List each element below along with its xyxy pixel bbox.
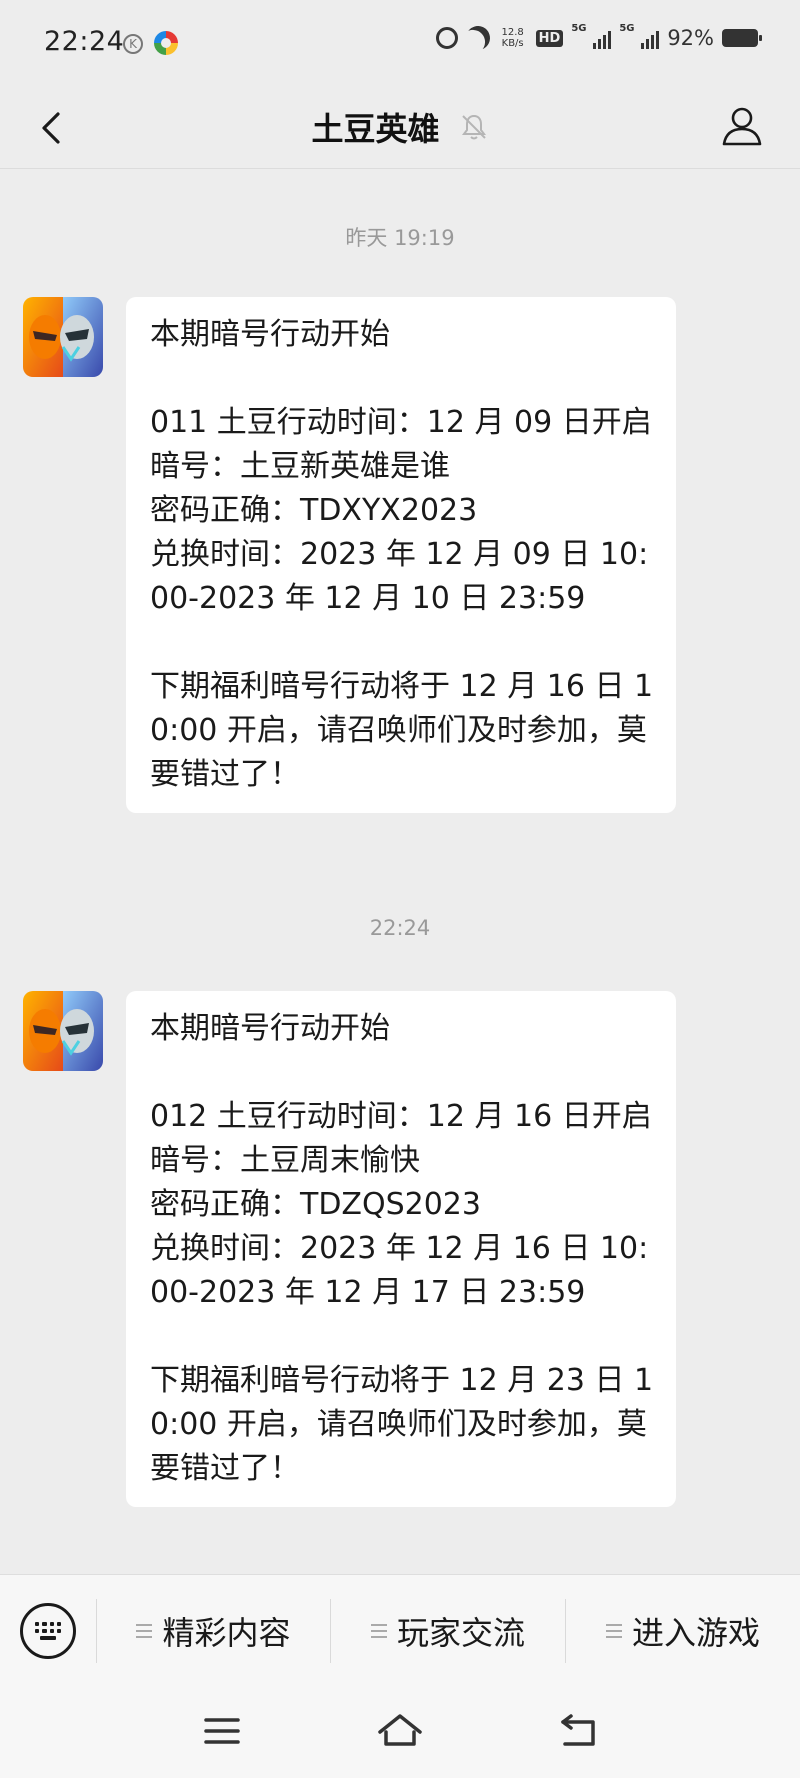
message-line: 密码正确：TDZQS2023 <box>150 1187 481 1222</box>
hd-voice-icon: HD <box>535 29 564 47</box>
network-speed-unit: KB/s <box>501 38 524 49</box>
menu-lines-icon <box>605 1624 622 1638</box>
status-bar: 22:24 K 12.8 KB/s HD 5G 5G 92% <box>0 0 800 88</box>
battery-icon <box>722 29 762 47</box>
bottom-menu: 精彩内容 玩家交流 进入游戏 <box>0 1574 800 1687</box>
menu-icon[interactable] <box>198 1708 248 1754</box>
title-divider <box>0 168 800 169</box>
menu-item-label: 精彩内容 <box>162 1614 291 1652</box>
app-notification-icon <box>154 31 178 55</box>
message-line: 本期暗号行动开始 <box>150 1011 390 1046</box>
message-line: 密码正确：TDXYX2023 <box>150 493 478 528</box>
battery-percent: 92% <box>667 26 714 50</box>
menu-item-enter-game[interactable]: 进入游戏 <box>566 1575 800 1687</box>
game-avatar-icon <box>23 297 103 377</box>
message-bubble[interactable]: 本期暗号行动开始 011 土豆行动时间：12 月 09 日开启 暗号：土豆新英雄… <box>126 297 676 813</box>
message-line: 兑换时间：2023 年 12 月 09 日 10:00-2023 年 12 月 … <box>150 537 649 616</box>
menu-item-label: 进入游戏 <box>631 1614 760 1652</box>
signal-2-icon: 5G <box>619 23 660 49</box>
message-bubble[interactable]: 本期暗号行动开始 012 土豆行动时间：12 月 16 日开启 暗号：土豆周末愉… <box>126 991 676 1507</box>
back-icon[interactable] <box>553 1708 603 1754</box>
message-line: 下期福利暗号行动将于 12 月 16 日 10:00 开启，请召唤师们及时参加，… <box>150 669 654 792</box>
status-indicators: 12.8 KB/s HD 5G 5G 92% <box>435 23 762 50</box>
network-speed-value: 12.8 <box>501 27 524 38</box>
avatar[interactable] <box>23 991 103 1071</box>
k-badge-icon: K <box>123 34 143 54</box>
title-wrap: 土豆英雄 <box>0 104 800 150</box>
message-line: 兑换时间：2023 年 12 月 16 日 10:00-2023 年 12 月 … <box>150 1231 649 1310</box>
menu-lines-icon <box>370 1624 387 1638</box>
message-line: 011 土豆行动时间：12 月 09 日开启 <box>150 405 652 440</box>
menu-lines-icon <box>136 1624 153 1638</box>
alarm-icon <box>435 27 458 49</box>
do-not-disturb-icon <box>462 23 493 54</box>
system-nav-bar <box>0 1686 800 1778</box>
message-line: 暗号：土豆周末愉快 <box>150 1143 420 1178</box>
mute-bell-icon <box>461 114 486 140</box>
menu-item-label: 玩家交流 <box>396 1614 525 1652</box>
message-timestamp: 昨天 19:19 <box>345 226 455 250</box>
message-line: 下期福利暗号行动将于 12 月 23 日 10:00 开启，请召唤师们及时参加，… <box>150 1363 654 1486</box>
status-time: 22:24 <box>44 26 125 57</box>
keyboard-icon <box>35 1622 61 1640</box>
message-line: 暗号：土豆新英雄是谁 <box>150 449 450 484</box>
menu-item-community[interactable]: 玩家交流 <box>331 1575 565 1687</box>
title-bar: 土豆英雄 <box>0 88 800 170</box>
signal-2-label: 5G <box>619 23 635 34</box>
avatar[interactable] <box>23 297 103 377</box>
message-line: 012 土豆行动时间：12 月 16 日开启 <box>150 1099 652 1134</box>
message-timestamp: 22:24 <box>369 916 431 940</box>
signal-1-icon: 5G <box>571 23 612 49</box>
menu-item-featured[interactable]: 精彩内容 <box>97 1575 330 1687</box>
profile-icon[interactable] <box>720 104 764 148</box>
network-speed: 12.8 KB/s <box>498 27 528 49</box>
k-badge-label: K <box>129 37 137 51</box>
page-title: 土豆英雄 <box>311 110 440 148</box>
keyboard-toggle-button[interactable] <box>20 1603 76 1659</box>
signal-1-label: 5G <box>571 23 587 34</box>
home-icon[interactable] <box>375 1708 425 1754</box>
message-line: 本期暗号行动开始 <box>150 317 390 352</box>
game-avatar-icon <box>23 991 103 1071</box>
